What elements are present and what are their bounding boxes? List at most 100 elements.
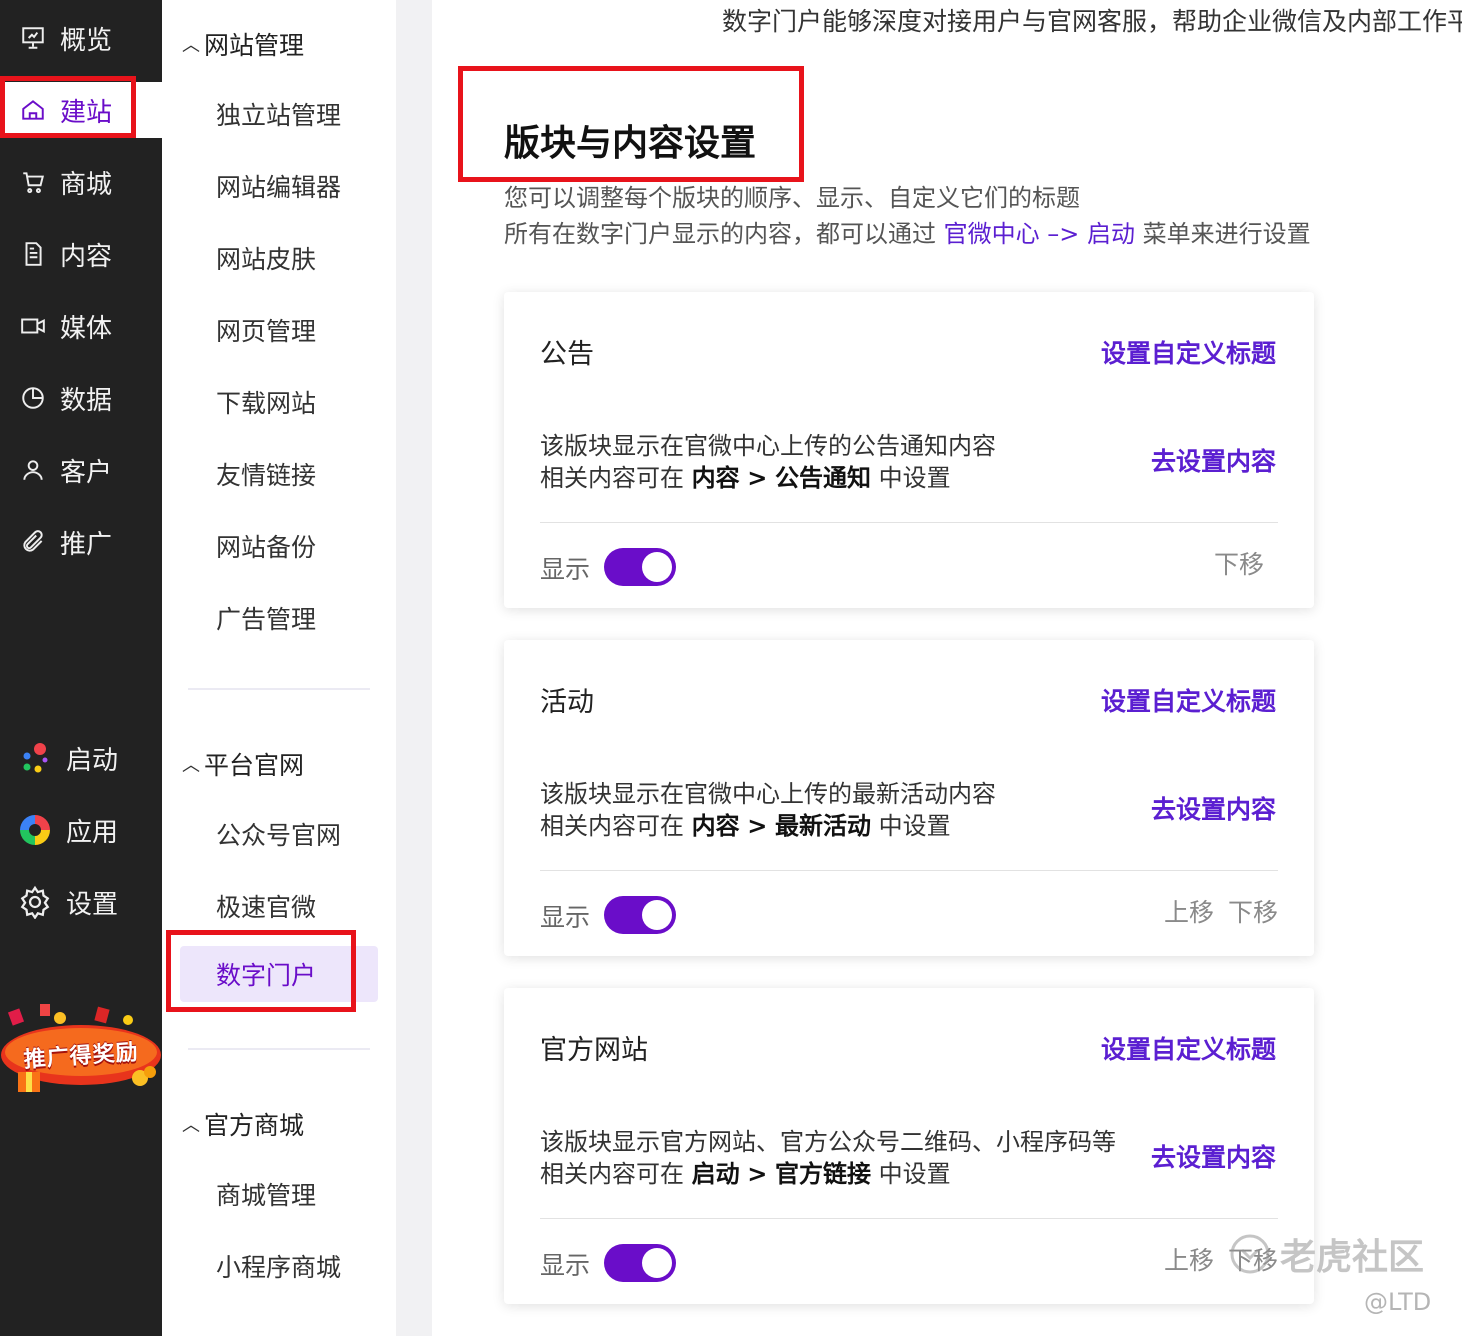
content-gutter <box>396 0 432 1336</box>
watermark: 老虎社区 <box>1228 1228 1424 1280</box>
chevron-up-icon: ︿ <box>182 35 200 56</box>
chevron-up-icon: ︿ <box>182 755 200 776</box>
home-icon <box>20 97 46 123</box>
path-prefix: 相关内容可在 <box>540 1160 684 1188</box>
menu-item-site-skin[interactable]: 网站皮肤 <box>216 240 316 276</box>
nav-item-apps[interactable]: 应用 <box>0 802 162 858</box>
card-description: 该版块显示在官微中心上传的公告通知内容 <box>540 432 996 460</box>
nav-item-content[interactable]: 内容 <box>0 226 162 282</box>
menu-item-digital-portal[interactable]: 数字门户 <box>180 946 378 1002</box>
set-content-link[interactable]: 去设置内容 <box>1151 790 1276 826</box>
menu-group-site-management[interactable]: ︿ 网站管理 <box>182 26 304 62</box>
menu-group-platform-site[interactable]: ︿ 平台官网 <box>182 746 304 782</box>
section-card-activity: 活动 设置自定义标题 该版块显示在官微中心上传的最新活动内容 相关内容可在 内容… <box>504 640 1314 956</box>
apps-ring-icon <box>18 813 52 847</box>
menu-item-fast-microsite[interactable]: 极速官微 <box>216 888 316 924</box>
watermark-text: 老虎社区 <box>1280 1237 1425 1278</box>
card-description: 该版块显示在官微中心上传的最新活动内容 <box>540 780 996 808</box>
menu-item-standalone-site[interactable]: 独立站管理 <box>216 96 341 132</box>
presentation-icon <box>20 25 46 51</box>
nav-item-launch[interactable]: 启动 <box>0 730 162 786</box>
path-separator: > <box>747 812 768 840</box>
nav-item-settings[interactable]: 设置 <box>0 874 162 930</box>
card-description-path: 相关内容可在 启动 > 官方链接 中设置 <box>540 1154 951 1189</box>
path-prefix: 相关内容可在 <box>540 464 684 492</box>
toggle-knob <box>642 1248 672 1278</box>
card-description-path: 相关内容可在 内容 > 公告通知 中设置 <box>540 458 951 493</box>
menu-divider <box>188 688 370 690</box>
set-content-link[interactable]: 去设置内容 <box>1151 1138 1276 1174</box>
custom-title-link[interactable]: 设置自定义标题 <box>1101 682 1276 718</box>
path-suffix: 中设置 <box>878 1160 951 1188</box>
menu-group-label: 网站管理 <box>204 31 305 60</box>
nav-item-promote[interactable]: 推广 <box>0 514 162 570</box>
show-label: 显示 <box>540 1251 591 1280</box>
path-separator: > <box>747 1160 768 1188</box>
gear-icon <box>18 885 52 919</box>
card-description: 该版块显示官方网站、官方公众号二维码、小程序码等 <box>540 1128 1116 1156</box>
path-part: 公告通知 <box>775 464 872 492</box>
nav-item-data[interactable]: 数据 <box>0 370 162 426</box>
show-toggle[interactable] <box>604 896 676 934</box>
menu-item-official-account-site[interactable]: 公众号官网 <box>216 816 341 852</box>
set-content-link[interactable]: 去设置内容 <box>1151 442 1276 478</box>
show-label: 显示 <box>540 903 591 932</box>
move-down-button[interactable]: 下移 <box>1214 545 1264 581</box>
paperclip-icon <box>20 529 46 555</box>
nav-label: 媒体 <box>60 313 113 344</box>
desc-prefix: 所有在数字门户显示的内容，都可以通过 <box>504 220 936 248</box>
custom-title-link[interactable]: 设置自定义标题 <box>1101 334 1276 370</box>
menu-group-label: 官方商城 <box>204 1111 305 1140</box>
custom-title-link[interactable]: 设置自定义标题 <box>1101 1030 1276 1066</box>
menu-group-label: 平台官网 <box>204 751 305 780</box>
path-part: 内容 <box>691 464 740 492</box>
secondary-menu: ︿ 网站管理 独立站管理 网站编辑器 网站皮肤 网页管理 下载网站 友情链接 网… <box>162 0 396 1336</box>
menu-item-page-management[interactable]: 网页管理 <box>216 312 316 348</box>
page-description-1: 您可以调整每个版块的顺序、显示、自定义它们的标题 <box>504 184 1080 212</box>
menu-group-official-mall[interactable]: ︿ 官方商城 <box>182 1106 304 1142</box>
card-title: 官方网站 <box>540 1035 648 1066</box>
nav-label: 应用 <box>66 817 119 848</box>
nav-label: 商城 <box>60 169 113 200</box>
toggle-knob <box>642 552 672 582</box>
nav-label: 推广 <box>60 529 113 560</box>
show-toggle[interactable] <box>604 548 676 586</box>
nav-label: 建站 <box>60 97 113 128</box>
nav-item-customer[interactable]: 客户 <box>0 442 162 498</box>
menu-item-site-editor[interactable]: 网站编辑器 <box>216 168 341 204</box>
menu-divider <box>188 1048 370 1050</box>
menu-item-miniprogram-mall[interactable]: 小程序商城 <box>216 1248 341 1284</box>
card-description-path: 相关内容可在 内容 > 最新活动 中设置 <box>540 806 951 841</box>
card-divider <box>540 1218 1278 1219</box>
section-card-announcement: 公告 设置自定义标题 该版块显示在官微中心上传的公告通知内容 相关内容可在 内容… <box>504 292 1314 608</box>
menu-item-mall-management[interactable]: 商城管理 <box>216 1176 316 1212</box>
menu-item-download-site[interactable]: 下载网站 <box>216 384 316 420</box>
intro-text: 数字门户能够深度对接用户与官网客服，帮助企业微信及内部工作平 <box>722 7 1462 36</box>
nav-item-mall[interactable]: 商城 <box>0 154 162 210</box>
launch-dots-icon <box>18 741 52 775</box>
move-up-button[interactable]: 上移 <box>1164 893 1214 929</box>
nav-label: 概览 <box>60 25 113 56</box>
nav-item-media[interactable]: 媒体 <box>0 298 162 354</box>
nav-item-overview[interactable]: 概览 <box>0 10 162 66</box>
watermark-handle: @LTD <box>1364 1288 1432 1316</box>
card-title: 公告 <box>540 339 594 370</box>
move-up-button[interactable]: 上移 <box>1164 1241 1214 1277</box>
path-part: 内容 <box>691 812 740 840</box>
show-toggle[interactable] <box>604 1244 676 1282</box>
launch-menu-link[interactable]: 官微中心 –> 启动 <box>944 220 1135 248</box>
cart-icon <box>20 169 46 195</box>
show-label: 显示 <box>540 555 591 584</box>
menu-item-site-backup[interactable]: 网站备份 <box>216 528 316 564</box>
promo-banner[interactable]: 推广得奖励 <box>0 1000 162 1096</box>
path-part: 启动 <box>691 1160 740 1188</box>
nav-item-build-site[interactable]: 建站 <box>0 82 162 138</box>
card-divider <box>540 870 1278 871</box>
card-divider <box>540 522 1278 523</box>
card-title: 活动 <box>540 687 594 718</box>
pie-chart-icon <box>20 385 46 411</box>
move-down-button[interactable]: 下移 <box>1228 893 1278 929</box>
path-suffix: 中设置 <box>878 812 951 840</box>
menu-item-friend-links[interactable]: 友情链接 <box>216 456 316 492</box>
menu-item-ad-management[interactable]: 广告管理 <box>216 600 316 636</box>
